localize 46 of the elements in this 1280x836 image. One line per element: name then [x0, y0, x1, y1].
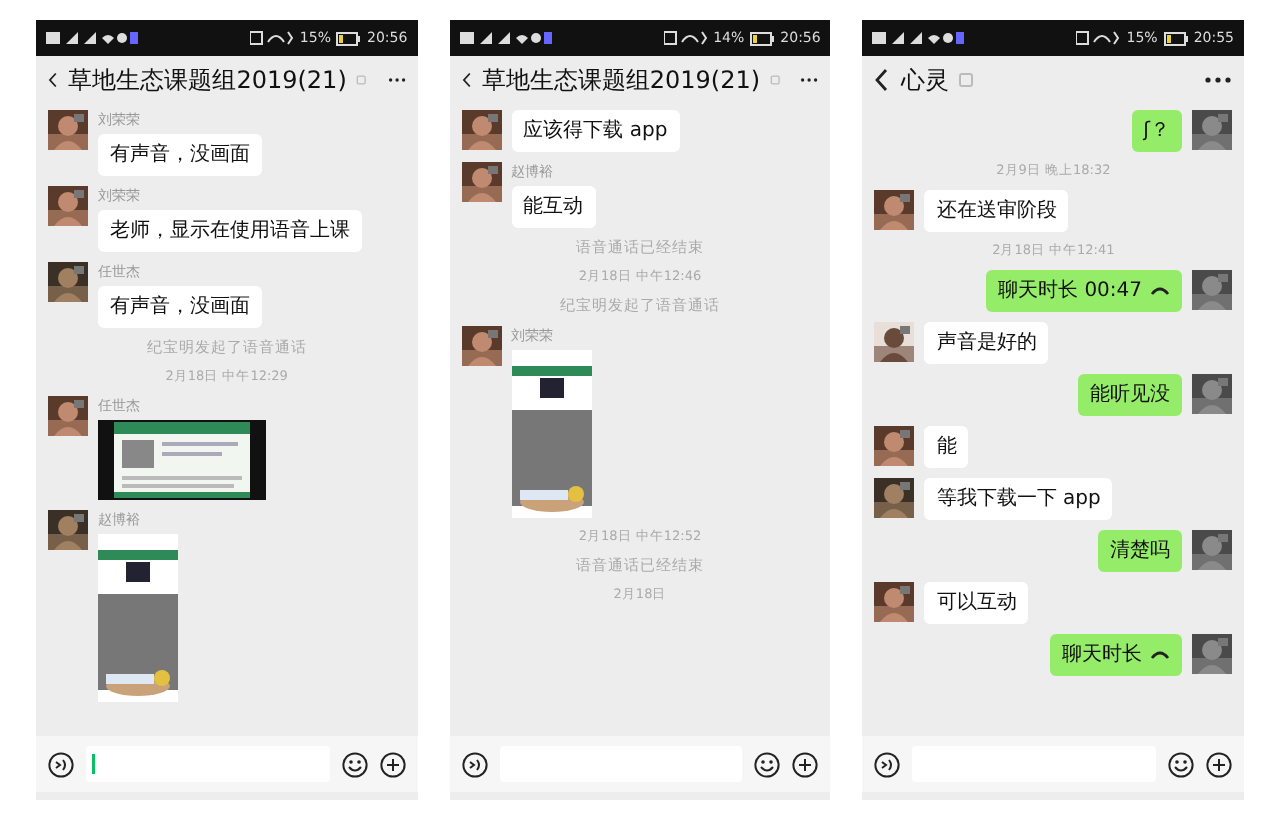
status-icons-drawing	[1076, 30, 1121, 46]
voice-icon[interactable]	[48, 751, 74, 777]
chat-title: 草地生态课题组2019(21)	[68, 63, 347, 97]
plus-icon[interactable]	[792, 751, 819, 777]
message-bubble: 能	[924, 426, 969, 468]
call-bubble[interactable]: 聊天时长	[1050, 634, 1183, 676]
emoji-icon[interactable]	[754, 751, 781, 777]
message-bubble: 能互动	[511, 186, 596, 228]
status-icons-drawing	[459, 30, 552, 46]
voice-icon[interactable]	[874, 751, 901, 777]
emoji-icon[interactable]	[341, 751, 368, 777]
chat-title: 草地生态课题组2019(21)	[481, 63, 761, 97]
more-icon[interactable]	[800, 76, 819, 84]
more-icon[interactable]	[1204, 76, 1233, 84]
back-icon[interactable]	[48, 68, 59, 92]
message-bubble: 声音是好的	[924, 322, 1049, 364]
status-icons-drawing	[872, 30, 965, 46]
message-bubble: ʃ？	[1131, 110, 1183, 152]
back-icon[interactable]	[874, 68, 891, 92]
more-icon[interactable]	[387, 76, 406, 84]
status-icons-drawing	[249, 30, 294, 46]
plus-icon[interactable]	[1206, 751, 1233, 777]
text-cursor-icon	[92, 754, 96, 774]
message-bubble: 清楚吗	[1098, 530, 1183, 572]
voice-icon[interactable]	[461, 751, 488, 777]
message-bubble: 能听见没	[1078, 374, 1183, 416]
message-bubble: 等我下载一下 app	[924, 478, 1113, 520]
emoji-icon[interactable]	[1168, 751, 1195, 777]
message-bubble: 应该得下载 app	[511, 110, 680, 152]
battery-icon	[1163, 31, 1188, 45]
call-duration: 聊天时长	[1062, 642, 1143, 668]
call-duration: 聊天时长 00:47	[998, 278, 1143, 304]
status-icons-drawing	[46, 30, 138, 46]
message-bubble: 有声音，没画面	[98, 286, 262, 328]
input-field[interactable]	[86, 746, 330, 782]
message-bubble: 可以互动	[924, 582, 1029, 624]
plus-icon[interactable]	[379, 751, 406, 777]
back-icon[interactable]	[461, 68, 472, 92]
chat-title: 心灵	[900, 63, 949, 97]
message-bubble: 有声音，没画面	[98, 134, 262, 176]
battery-icon	[336, 31, 361, 45]
battery-icon	[750, 31, 775, 45]
message-bubble: 老师，显示在使用语音上课	[98, 210, 362, 252]
call-bubble[interactable]: 聊天时长 00:47	[986, 270, 1183, 312]
message-bubble: 还在送审阶段	[924, 190, 1069, 232]
status-icons-drawing	[663, 30, 708, 46]
